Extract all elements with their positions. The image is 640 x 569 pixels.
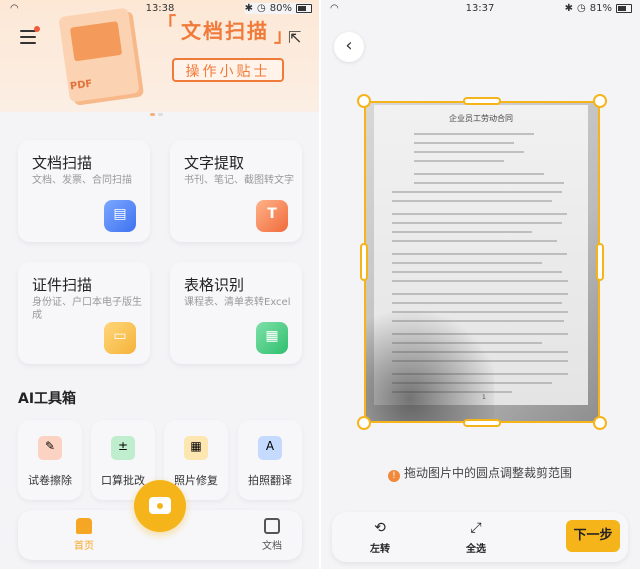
- select-all-label: 全选: [466, 544, 486, 555]
- crop-handle-bottom-right[interactable]: [593, 416, 607, 430]
- chevron-left-icon: ‹: [345, 35, 353, 56]
- menu-icon[interactable]: [20, 26, 40, 44]
- card-subtitle: 文档、发票、合同扫描: [32, 175, 132, 186]
- battery-percent: 80%: [269, 3, 292, 14]
- expand-icon: ⤢: [470, 520, 482, 536]
- tab-home-label: 首页: [74, 541, 94, 552]
- card-title: 文字提取: [184, 154, 245, 172]
- tool-label: 试卷擦除: [28, 474, 72, 487]
- table-icon: ▦: [256, 322, 288, 354]
- warning-icon: !: [387, 470, 400, 482]
- crop-handle-bottom-left[interactable]: [357, 416, 371, 430]
- carousel-indicator: [150, 113, 163, 116]
- select-all-button[interactable]: ⤢ 全选: [448, 520, 504, 555]
- screen-divider: [319, 0, 321, 569]
- folder-icon: [264, 518, 280, 534]
- tool-label: 拍照翻译: [248, 474, 292, 487]
- home-icon: [76, 518, 92, 534]
- ai-toolbox-title: AI工具箱: [18, 391, 77, 407]
- notification-dot: [34, 26, 40, 32]
- card-id-scan[interactable]: 证件扫描 身份证、户口本电子版生成 ▭: [18, 262, 150, 364]
- tab-home[interactable]: 首页: [54, 518, 114, 552]
- card-title: 证件扫描: [32, 276, 93, 294]
- battery-icon: [616, 4, 632, 13]
- home-screen: PDF 文档扫描 操作小贴士 ◠ 13:38 ✱ ◷ 80% ⇱ 文档扫描 文档…: [0, 0, 320, 569]
- status-bar: ◠ 13:38 ✱ ◷ 80%: [0, 0, 320, 18]
- crop-action-bar: ⟲ 左转 ⤢ 全选 下一步: [332, 512, 628, 562]
- next-step-button[interactable]: 下一步: [566, 520, 620, 552]
- camera-button[interactable]: [134, 480, 186, 532]
- id-card-icon: ▭: [104, 322, 136, 354]
- card-subtitle: 身份证、户口本电子版生成: [32, 297, 142, 321]
- eraser-icon: ✎: [38, 436, 62, 460]
- rotate-left-icon: ⟲: [374, 520, 386, 536]
- battery-icon: [296, 4, 312, 13]
- camera-lens: [155, 501, 165, 511]
- card-subtitle: 课程表、清单表转Excel: [184, 297, 291, 308]
- text-extract-icon: T: [256, 200, 288, 232]
- crop-hint: ! 拖动图片中的圆点调整裁剪范围: [320, 464, 640, 482]
- crop-handle-bottom[interactable]: [463, 419, 501, 427]
- crop-handle-top-right[interactable]: [593, 94, 607, 108]
- tool-photo-translate[interactable]: A 拍照翻译: [238, 420, 302, 500]
- rotate-left-button[interactable]: ⟲ 左转: [352, 520, 408, 555]
- card-document-scan[interactable]: 文档扫描 文档、发票、合同扫描 ▤: [18, 140, 150, 242]
- calculator-icon: ±: [111, 436, 135, 460]
- bluetooth-icon: ✱: [564, 3, 574, 14]
- crop-hint-text: 拖动图片中的圆点调整裁剪范围: [403, 466, 572, 480]
- alarm-icon: ◷: [577, 3, 586, 14]
- tab-documents-label: 文档: [262, 541, 282, 552]
- card-subtitle: 书刊、笔记、截图转文字: [184, 175, 294, 186]
- rotate-left-label: 左转: [370, 544, 390, 555]
- tab-documents[interactable]: 文档: [242, 518, 302, 552]
- bluetooth-icon: ✱: [244, 3, 254, 14]
- card-table-recognition[interactable]: 表格识别 课程表、清单表转Excel ▦: [170, 262, 302, 364]
- battery-percent: 81%: [589, 3, 612, 14]
- crop-handle-left[interactable]: [360, 243, 368, 281]
- crop-handle-right[interactable]: [596, 243, 604, 281]
- status-bar: ◠ 13:37 ✱ ◷ 81%: [320, 0, 640, 18]
- alarm-icon: ◷: [257, 3, 266, 14]
- tool-exam-erase[interactable]: ✎ 试卷擦除: [18, 420, 82, 500]
- document-scan-icon: ▤: [104, 200, 136, 232]
- card-title: 表格识别: [184, 276, 245, 294]
- banner-title: 文档扫描: [158, 8, 294, 54]
- crop-frame[interactable]: [364, 101, 600, 423]
- translate-icon: A: [258, 436, 282, 460]
- photo-repair-icon: ▦: [184, 436, 208, 460]
- card-title: 文档扫描: [32, 154, 93, 172]
- share-icon[interactable]: ⇱: [288, 28, 306, 47]
- crop-handle-top-left[interactable]: [357, 94, 371, 108]
- back-button[interactable]: ‹: [334, 32, 364, 62]
- tips-button[interactable]: 操作小贴士: [172, 58, 284, 82]
- crop-handle-top[interactable]: [463, 97, 501, 105]
- card-text-extract[interactable]: 文字提取 书刊、笔记、截图转文字 T: [170, 140, 302, 242]
